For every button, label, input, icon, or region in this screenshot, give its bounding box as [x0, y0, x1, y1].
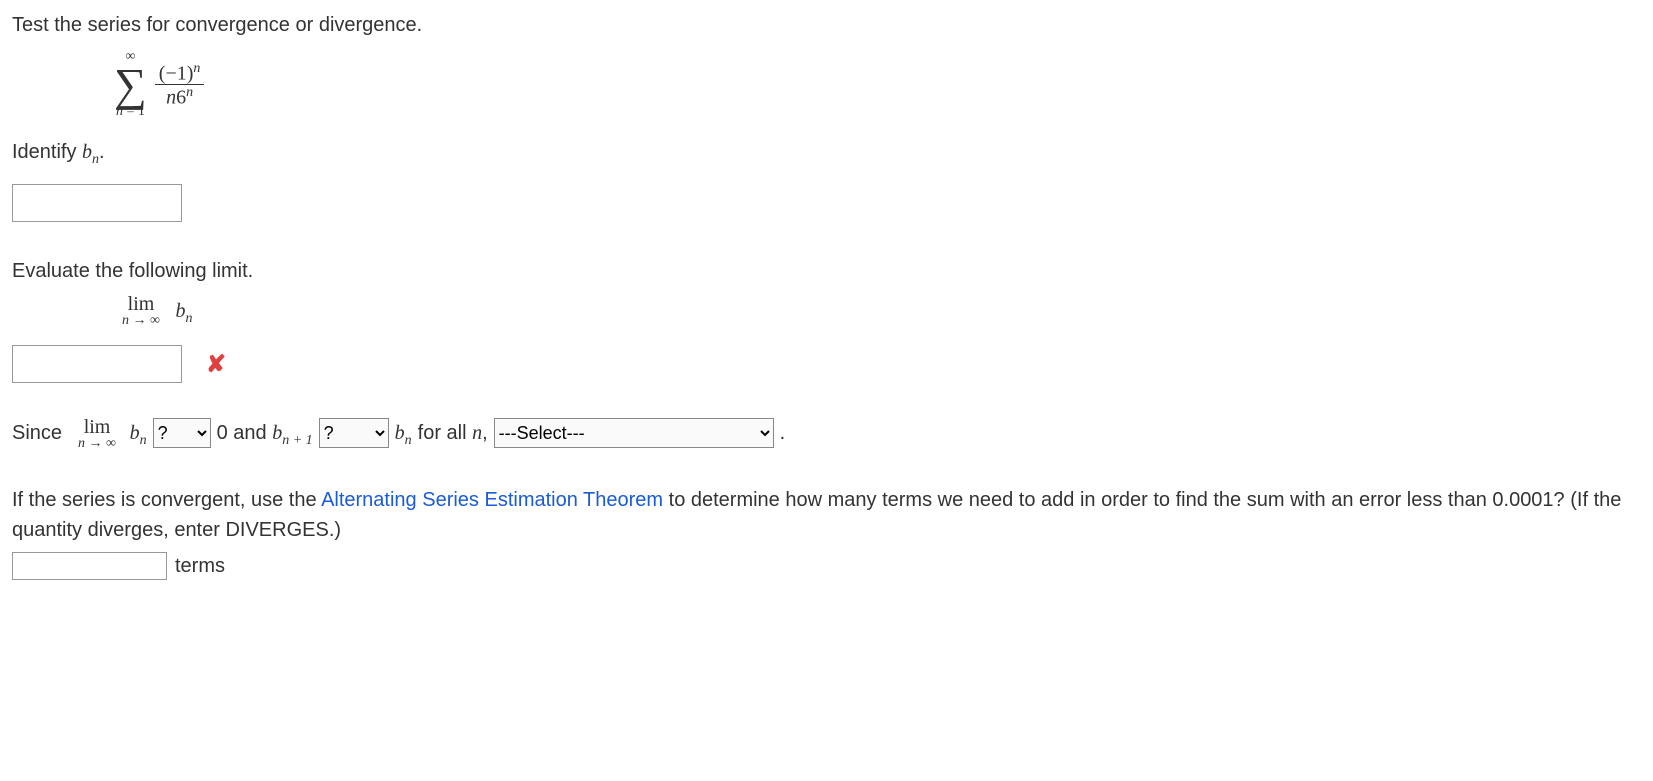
theorem-link[interactable]: Alternating Series Estimation Theorem [321, 489, 663, 511]
terms-label: terms [175, 551, 225, 581]
since-sentence: Since lim n → ∞ bn ?=≠>< 0 and bn + 1 ?≤… [12, 417, 1641, 451]
sigma-icon: ∞ ∑ n = 1 [114, 50, 147, 119]
identify-bn-input[interactable] [12, 184, 182, 222]
estimation-text: If the series is convergent, use the Alt… [12, 485, 1641, 545]
prompt-text: Test the series for convergence or diver… [12, 10, 1641, 40]
series-expression: ∞ ∑ n = 1 (−1)n n6n [112, 50, 1641, 119]
conclusion-select[interactable]: ---Select---the series convergesthe seri… [494, 418, 774, 448]
relation-select-2[interactable]: ?≤≥=<> [319, 418, 389, 448]
limit-input[interactable] [12, 345, 182, 383]
relation-select-1[interactable]: ?=≠>< [153, 418, 211, 448]
limit-expression: lim n → ∞ bn [122, 294, 1641, 328]
fraction: (−1)n n6n [155, 61, 205, 109]
incorrect-icon: ✘ [206, 347, 226, 383]
evaluate-label: Evaluate the following limit. [12, 256, 1641, 286]
terms-input[interactable] [12, 552, 167, 580]
identify-label: Identify bn. [12, 137, 1641, 170]
